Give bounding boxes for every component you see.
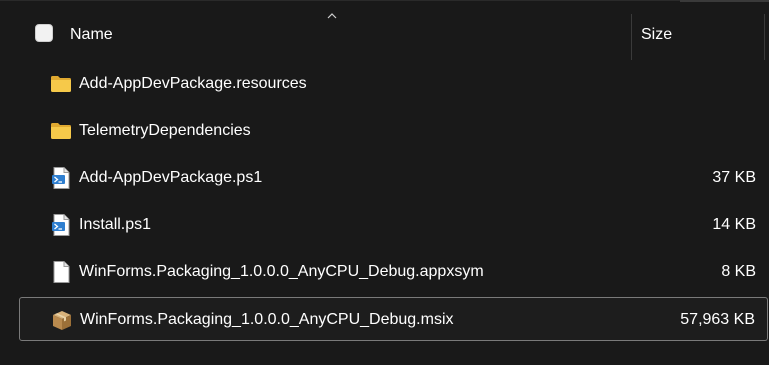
package-icon [50, 308, 74, 332]
powershell-script-icon [49, 166, 73, 190]
column-header-size[interactable]: Size [641, 26, 672, 44]
select-all-checkbox[interactable] [35, 24, 53, 42]
file-size: 8 KB [721, 263, 756, 280]
window-top-border [0, 0, 769, 1]
file-name: Install.ps1 [79, 216, 152, 233]
file-size: 57,963 KB [680, 311, 755, 328]
window-edge-highlight [680, 0, 769, 2]
file-row[interactable]: WinForms.Packaging_1.0.0.0_AnyCPU_Debug.… [19, 297, 768, 341]
file-row[interactable]: Add-AppDevPackage.resources [19, 62, 768, 106]
file-row[interactable]: TelemetryDependencies [19, 109, 768, 153]
powershell-script-icon [49, 213, 73, 237]
file-size: 14 KB [712, 216, 756, 233]
sort-ascending-icon[interactable] [327, 12, 337, 20]
folder-icon [49, 119, 73, 143]
file-name: TelemetryDependencies [79, 122, 251, 139]
generic-file-icon [49, 260, 73, 284]
column-header-name[interactable]: Name [70, 26, 113, 44]
file-row[interactable]: Install.ps1 14 KB [19, 203, 768, 247]
column-header-bar: Name Size [0, 8, 769, 60]
file-row[interactable]: Add-AppDevPackage.ps1 37 KB [19, 156, 768, 200]
file-name: Add-AppDevPackage.ps1 [79, 169, 263, 186]
file-name: WinForms.Packaging_1.0.0.0_AnyCPU_Debug.… [79, 263, 484, 280]
file-name: Add-AppDevPackage.resources [79, 75, 307, 92]
folder-icon [49, 72, 73, 96]
file-size: 37 KB [712, 169, 756, 186]
column-divider[interactable] [631, 14, 632, 60]
file-row[interactable]: WinForms.Packaging_1.0.0.0_AnyCPU_Debug.… [19, 250, 768, 294]
column-divider[interactable] [764, 14, 765, 60]
file-name: WinForms.Packaging_1.0.0.0_AnyCPU_Debug.… [80, 311, 454, 328]
